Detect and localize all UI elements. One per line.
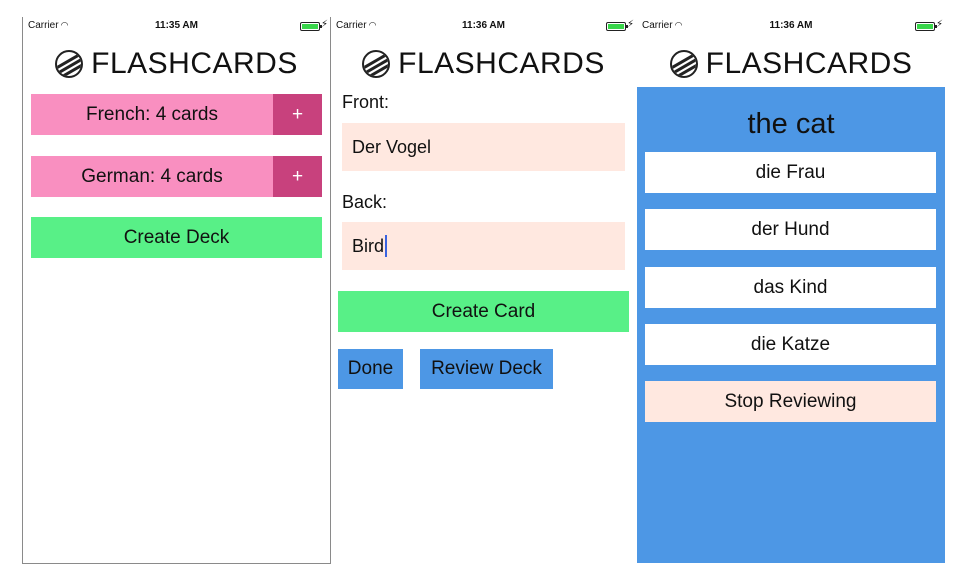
front-label: Front: [342,92,390,112]
back-input[interactable]: Bird [342,222,625,270]
add-card-button-french[interactable]: + [273,94,322,135]
review-prompt: the cat [747,108,835,140]
add-card-button-german[interactable]: + [273,156,322,197]
stop-reviewing-button[interactable]: Stop Reviewing [645,381,936,422]
review-panel: the cat die Frau der Hund das Kind die K… [637,87,945,563]
zebra-logo-icon [55,50,84,78]
charging-bolt-icon: ⚡ [935,19,943,30]
review-deck-button[interactable]: Review Deck [420,349,553,389]
charging-bolt-icon: ⚡ [320,19,328,30]
front-input[interactable]: Der Vogel [342,123,625,171]
deck-button-french[interactable]: French: 4 cards [31,94,273,135]
text-cursor [385,235,388,257]
answer-choice[interactable]: der Hund [645,209,936,250]
battery-icon [915,22,937,31]
new-card-screen: Carrier ◠ 11:36 AM ⚡ FLASHCARDS Front: De… [331,17,636,563]
create-card-button[interactable]: Create Card [338,291,629,332]
app-title: FLASHCARDS [91,47,298,80]
deck-row-german: German: 4 cards + [31,156,322,197]
status-time: 11:36 AM [462,20,505,31]
battery-icon [300,22,322,31]
back-label: Back: [342,192,388,212]
zebra-logo-icon [362,50,391,78]
app-title: FLASHCARDS [398,47,605,80]
status-bar: Carrier ◠ 11:36 AM ⚡ [331,17,636,35]
create-deck-button[interactable]: Create Deck [31,217,322,258]
deck-button-german[interactable]: German: 4 cards [31,156,273,197]
charging-bolt-icon: ⚡ [626,19,634,30]
battery-icon [606,22,628,31]
app-header: FLASHCARDS [331,46,636,82]
deck-row-french: French: 4 cards + [31,94,322,135]
answer-choice[interactable]: das Kind [645,267,936,308]
done-button[interactable]: Done [338,349,403,389]
zebra-logo-icon [669,50,698,78]
status-time: 11:35 AM [155,20,198,31]
status-time: 11:36 AM [769,20,813,31]
app-title: FLASHCARDS [705,47,913,80]
review-screen: Carrier ◠ 11:36 AM ⚡ FLASHCARDS the cat d… [637,17,945,563]
app-header: FLASHCARDS [23,46,330,82]
app-header: FLASHCARDS [637,46,945,82]
deck-list-screen: Carrier ◠ 11:35 AM ⚡ FLASHCARDS French: 4… [22,17,331,564]
status-bar: Carrier ◠ 11:36 AM ⚡ [637,17,945,35]
back-input-value: Bird [352,235,385,256]
status-bar: Carrier ◠ 11:35 AM ⚡ [23,17,330,35]
answer-choice[interactable]: die Katze [645,324,936,365]
answer-choice[interactable]: die Frau [645,152,936,193]
